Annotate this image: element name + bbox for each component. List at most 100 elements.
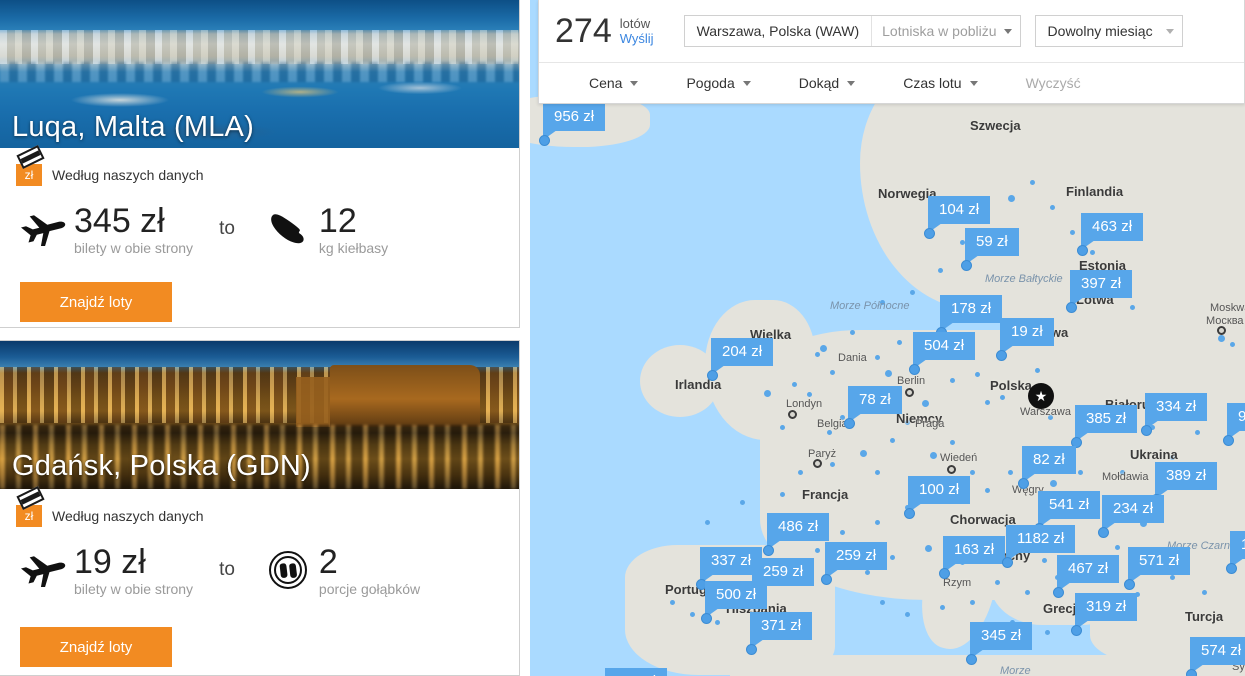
map-city-dot[interactable] bbox=[1090, 250, 1095, 255]
price-marker-label[interactable]: 100 zł bbox=[908, 476, 971, 513]
price-marker[interactable]: 100 zł bbox=[904, 476, 971, 519]
price-marker-label[interactable]: 504 zł bbox=[913, 332, 976, 369]
price-marker[interactable]: 389 zł bbox=[1151, 462, 1218, 505]
price-marker[interactable]: 259 zł bbox=[821, 542, 888, 585]
price-marker-label[interactable]: 59 zł bbox=[965, 228, 1019, 265]
find-flights-button[interactable]: Znajdź loty bbox=[20, 627, 172, 667]
price-marker-label[interactable]: 338 zł bbox=[605, 668, 668, 676]
map-city-dot[interactable] bbox=[975, 372, 980, 377]
map-city-dot[interactable] bbox=[940, 605, 945, 610]
price-marker[interactable]: 956 zł bbox=[539, 103, 606, 146]
price-marker-label[interactable]: 541 zł bbox=[1038, 491, 1101, 528]
map-city-dot[interactable] bbox=[860, 450, 867, 457]
map-city-dot[interactable] bbox=[1050, 480, 1057, 487]
map-city-dot[interactable] bbox=[970, 470, 975, 475]
map-city-dot[interactable] bbox=[970, 600, 975, 605]
map-city-dot[interactable] bbox=[1130, 305, 1135, 310]
map-city-dot[interactable] bbox=[807, 392, 812, 397]
price-marker[interactable]: 500 zł bbox=[701, 581, 768, 624]
map-city-dot[interactable] bbox=[1170, 575, 1175, 580]
map-city-dot[interactable] bbox=[1115, 545, 1120, 550]
map-city-dot[interactable] bbox=[798, 470, 803, 475]
price-marker[interactable]: 178 zł bbox=[936, 295, 1003, 338]
filter-destination[interactable]: Dokąd bbox=[799, 75, 856, 91]
price-marker[interactable]: 163 zł bbox=[939, 536, 1006, 579]
price-marker[interactable]: 334 zł bbox=[1141, 393, 1208, 436]
flight-map-panel[interactable]: SzwecjaFinlandiaNorwegiaEstoniaŁotwaLitw… bbox=[530, 0, 1245, 676]
map-city-dot[interactable] bbox=[815, 548, 820, 553]
map-city-dot[interactable] bbox=[1070, 230, 1075, 235]
map-city-dot[interactable] bbox=[890, 438, 895, 443]
map-city-dot[interactable] bbox=[1000, 395, 1005, 400]
price-marker-label[interactable]: 92 bbox=[1227, 403, 1245, 440]
price-marker[interactable]: 504 zł bbox=[909, 332, 976, 375]
find-flights-button[interactable]: Znajdź loty bbox=[20, 282, 172, 322]
map-city-dot[interactable] bbox=[840, 530, 845, 535]
origin-airport-marker[interactable]: ★ bbox=[1028, 383, 1054, 409]
price-marker[interactable]: 371 zł bbox=[746, 612, 813, 655]
price-marker[interactable]: 78 zł bbox=[844, 386, 902, 429]
map-city-dot[interactable] bbox=[792, 382, 797, 387]
map-city-dot[interactable] bbox=[827, 430, 832, 435]
price-marker[interactable]: 486 zł bbox=[763, 513, 830, 556]
price-marker-label[interactable]: 259 zł bbox=[825, 542, 888, 579]
filter-weather[interactable]: Pogoda bbox=[686, 75, 751, 91]
price-marker[interactable]: 397 zł bbox=[1066, 270, 1133, 313]
price-marker-label[interactable]: 345 zł bbox=[970, 622, 1033, 659]
clear-filters-button[interactable]: Wyczyść bbox=[1026, 75, 1081, 91]
price-marker[interactable]: 19 zł bbox=[996, 318, 1054, 361]
map-city-dot[interactable] bbox=[1230, 342, 1235, 347]
price-marker[interactable]: 82 zł bbox=[1018, 446, 1076, 489]
map-city-dot[interactable] bbox=[910, 290, 915, 295]
map-city-dot[interactable] bbox=[1202, 590, 1207, 595]
filter-flight-duration[interactable]: Czas lotu bbox=[903, 75, 978, 91]
map-city-dot[interactable] bbox=[865, 570, 870, 575]
filter-price[interactable]: Cena bbox=[589, 75, 639, 91]
nearby-airports-dropdown[interactable]: Lotniska w pobliżu bbox=[871, 16, 1019, 46]
map-city-dot[interactable] bbox=[1035, 368, 1040, 373]
price-marker[interactable]: 385 zł bbox=[1071, 405, 1138, 448]
map-city-dot[interactable] bbox=[830, 370, 835, 375]
price-marker-label[interactable]: 104 zł bbox=[928, 196, 991, 233]
price-marker[interactable]: 182 zł bbox=[1226, 531, 1245, 574]
price-marker-label[interactable]: 82 zł bbox=[1022, 446, 1076, 483]
price-marker[interactable]: 338 zł bbox=[605, 668, 668, 676]
map-city-dot[interactable] bbox=[1042, 558, 1047, 563]
map-city-dot[interactable] bbox=[985, 400, 990, 405]
deal-card[interactable]: Gdańsk, Polska (GDN) zł Według naszych d… bbox=[0, 340, 520, 676]
map-city-dot[interactable] bbox=[1195, 430, 1200, 435]
map-city-dot[interactable] bbox=[995, 580, 1000, 585]
origin-selector[interactable]: Warszawa, Polska (WAW) Lotniska w pobliż… bbox=[683, 15, 1021, 47]
price-marker-label[interactable]: 319 zł bbox=[1075, 593, 1138, 630]
price-marker-label[interactable]: 463 zł bbox=[1081, 213, 1144, 250]
price-marker[interactable]: 1182 zł bbox=[1002, 525, 1076, 568]
map-city-dot[interactable] bbox=[815, 352, 820, 357]
map-city-dot[interactable] bbox=[938, 268, 943, 273]
price-marker-label[interactable]: 467 zł bbox=[1057, 555, 1120, 592]
deal-card[interactable]: Luqa, Malta (MLA) zł Według naszych dany… bbox=[0, 0, 520, 328]
price-marker-label[interactable]: 574 zł bbox=[1190, 637, 1245, 674]
map-city-dot[interactable] bbox=[764, 390, 771, 397]
map-city-dot[interactable] bbox=[985, 488, 990, 493]
price-marker[interactable]: 59 zł bbox=[961, 228, 1019, 271]
map-city-dot[interactable] bbox=[690, 612, 695, 617]
price-marker-label[interactable]: 204 zł bbox=[711, 338, 774, 375]
price-marker[interactable]: 467 zł bbox=[1053, 555, 1120, 598]
price-marker-label[interactable]: 571 zł bbox=[1128, 547, 1191, 584]
map-city-dot[interactable] bbox=[1218, 335, 1225, 342]
map-city-dot[interactable] bbox=[930, 452, 937, 459]
price-marker[interactable]: 345 zł bbox=[966, 622, 1033, 665]
price-marker-label[interactable]: 163 zł bbox=[943, 536, 1006, 573]
price-marker-label[interactable]: 486 zł bbox=[767, 513, 830, 550]
map-city-dot[interactable] bbox=[875, 355, 880, 360]
price-marker-label[interactable]: 385 zł bbox=[1075, 405, 1138, 442]
map-city-dot[interactable] bbox=[875, 470, 880, 475]
map-city-dot[interactable] bbox=[1050, 205, 1055, 210]
price-marker-label[interactable]: 182 zł bbox=[1230, 531, 1245, 568]
price-marker-label[interactable]: 334 zł bbox=[1145, 393, 1208, 430]
map-city-dot[interactable] bbox=[780, 425, 785, 430]
map-city-dot[interactable] bbox=[880, 600, 885, 605]
price-marker-label[interactable]: 500 zł bbox=[705, 581, 768, 618]
map-city-dot[interactable] bbox=[830, 462, 835, 467]
map-city-dot[interactable] bbox=[1008, 195, 1015, 202]
